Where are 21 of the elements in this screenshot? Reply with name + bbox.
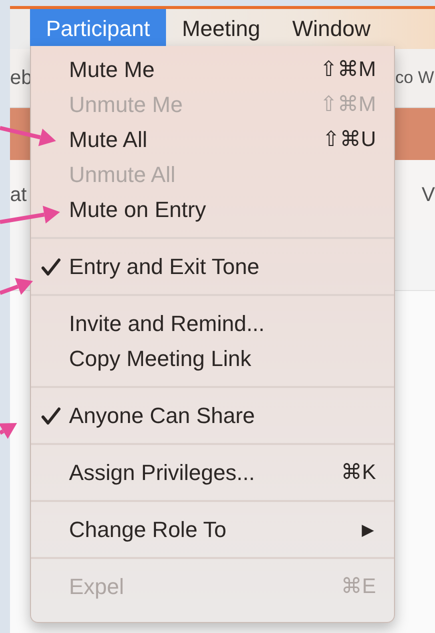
menu-item[interactable]: Mute Me ⇧⌘M — [31, 52, 394, 87]
submenu-arrow: ▶ — [362, 520, 375, 540]
shortcut: ⇧⌘M — [320, 57, 376, 82]
toolbar-text: at — [10, 184, 27, 206]
shortcut: ⌘E — [340, 574, 376, 599]
menu-item[interactable]: Mute on Entry — [31, 192, 394, 227]
shortcut: ⇧⌘U — [322, 127, 376, 152]
menu-item[interactable]: Assign Privileges... ⌘K — [31, 455, 394, 490]
menu-bar-item[interactable]: Window — [276, 9, 386, 49]
menu-item[interactable]: Entry and Exit Tone — [31, 249, 394, 284]
menu-item[interactable]: Copy Meeting Link — [31, 341, 394, 376]
menu-item[interactable]: Mute All ⇧⌘U — [31, 122, 394, 157]
window-title: co W — [395, 68, 435, 88]
menu-bar-item[interactable]: Participant — [30, 9, 166, 49]
shortcut: ⇧⌘M — [320, 92, 376, 117]
menu-item[interactable]: Change Role To ▶ — [31, 512, 394, 547]
menu-item[interactable]: Anyone Can Share — [31, 398, 394, 433]
menu-item[interactable]: Invite and Remind... — [31, 306, 394, 341]
menu-bar-item[interactable]: Meeting — [166, 9, 276, 49]
toolbar-text: V — [422, 184, 435, 206]
shortcut: ⌘K — [340, 460, 376, 485]
